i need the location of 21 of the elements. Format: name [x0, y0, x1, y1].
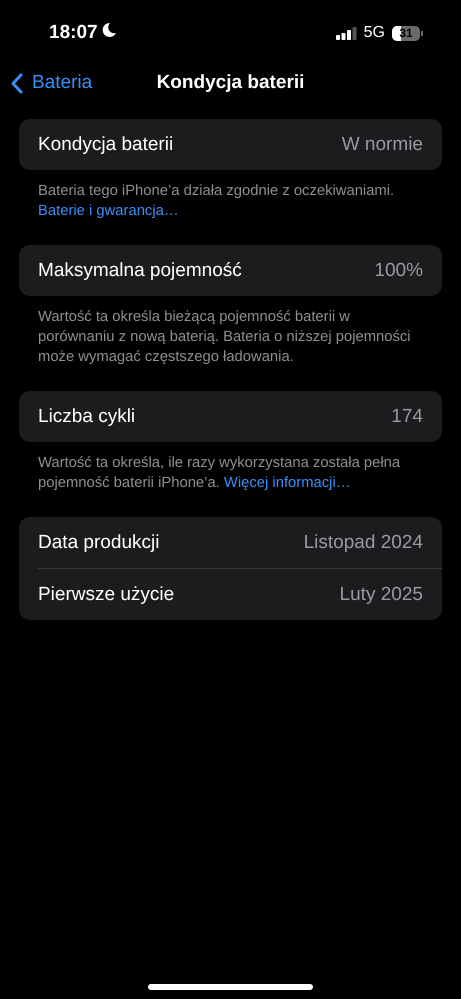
row-value: 100%	[374, 260, 423, 282]
row-label: Pierwsze użycie	[38, 584, 174, 606]
row-label: Maksymalna pojemność	[38, 260, 242, 282]
back-chevron-icon	[10, 72, 23, 94]
signal-icon	[336, 26, 357, 40]
clock-time: 18:07	[49, 22, 98, 44]
row-label: Data produkcji	[38, 532, 160, 554]
network-type: 5G	[364, 24, 385, 42]
back-button[interactable]: Bateria	[10, 72, 92, 94]
row-value: Luty 2025	[340, 584, 423, 606]
footnote-text: Bateria tego iPhone’a działa zgodnie z oczekiwaniami. Baterie i gwarancja…	[37, 182, 396, 221]
row-label: Liczba cykli	[38, 406, 136, 428]
row-value: 174	[391, 406, 423, 428]
footnote-text: Wartość ta określa, ile razy wykorzystana została pełna pojemność baterii iPhone’a. Więcej informacji…	[37, 454, 402, 493]
row-value: W normie	[342, 134, 423, 156]
row-value: Listopad 2024	[304, 532, 423, 554]
info-link[interactable]: Baterie i gwarancja…	[38, 203, 179, 219]
footnote-text: Wartość ta określa bieżącą pojemność baterii w porównaniu z nową baterią. Bateria o niższej pojemności może wymagać częstszego ładowania.	[37, 308, 412, 367]
page-title: Kondycja baterii	[156, 72, 304, 94]
info-link[interactable]: Więcej informacji…	[224, 475, 351, 491]
row-label: Kondycja baterii	[38, 134, 174, 156]
